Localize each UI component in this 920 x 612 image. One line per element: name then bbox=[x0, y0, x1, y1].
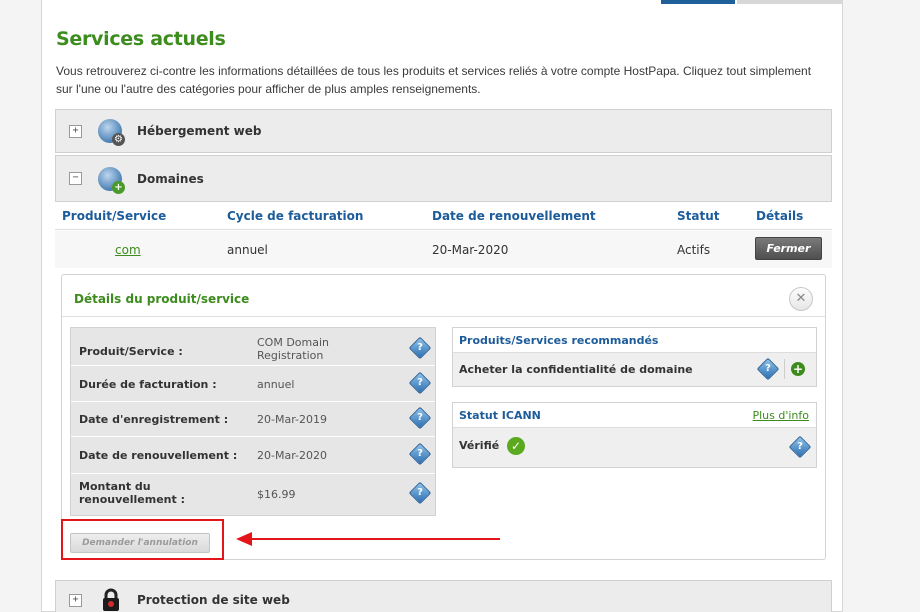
add-icon[interactable]: + bbox=[791, 362, 805, 376]
details-info-table: Produit/Service : COM Domain Registratio… bbox=[70, 327, 436, 516]
collapse-icon[interactable]: − bbox=[69, 172, 82, 185]
col-cycle: Cycle de facturation bbox=[227, 209, 364, 223]
help-icon[interactable]: ? bbox=[788, 435, 812, 459]
help-icon[interactable]: ? bbox=[408, 406, 432, 430]
close-details-button[interactable]: Fermer bbox=[755, 237, 822, 260]
info-value: COM Domain Registration bbox=[257, 336, 330, 362]
expand-icon[interactable]: + bbox=[69, 593, 82, 607]
more-info-link[interactable]: Plus d'info bbox=[752, 409, 809, 422]
info-label: Date d'enregistrement : bbox=[79, 413, 229, 426]
info-value: 20-Mar-2019 bbox=[257, 413, 327, 426]
annotation-arrow-line bbox=[250, 538, 500, 540]
divider bbox=[784, 359, 785, 379]
recommended-title: Produits/Services recommandés bbox=[453, 328, 816, 353]
product-details-panel: Détails du produit/service ✕ Produit/Ser… bbox=[61, 274, 826, 560]
info-row-amount: Montant du renouvellement : $16.99 ? bbox=[71, 474, 435, 515]
page-title: Services actuels bbox=[56, 28, 226, 50]
help-icon[interactable]: ? bbox=[408, 371, 432, 395]
info-value: annuel bbox=[257, 378, 295, 391]
col-status: Statut bbox=[677, 209, 720, 223]
info-row-renewal: Date de renouvellement : 20-Mar-2020 ? bbox=[71, 437, 435, 474]
status-value: Actifs bbox=[677, 243, 711, 257]
col-renewal: Date de renouvellement bbox=[432, 209, 596, 223]
icann-status-row: Vérifié ✓ ? bbox=[453, 428, 816, 467]
annotation-highlight-box bbox=[61, 519, 224, 560]
info-row-registration: Date d'enregistrement : 20-Mar-2019 ? bbox=[71, 402, 435, 437]
info-label: Produit/Service : bbox=[79, 345, 183, 358]
top-tab-inactive[interactable] bbox=[737, 0, 843, 4]
domains-table-header: Produit/Service Cycle de facturation Dat… bbox=[55, 202, 832, 230]
col-product: Produit/Service bbox=[62, 209, 167, 223]
info-label: Durée de facturation : bbox=[79, 378, 217, 391]
help-icon[interactable]: ? bbox=[408, 481, 432, 505]
info-label: Date de renouvellement : bbox=[79, 449, 238, 462]
lock-icon bbox=[100, 588, 122, 612]
close-icon[interactable]: ✕ bbox=[789, 287, 813, 311]
category-label: Protection de site web bbox=[137, 593, 290, 607]
info-label: Montant du renouvellement : bbox=[79, 480, 185, 506]
icann-status-label: Vérifié bbox=[459, 439, 500, 452]
category-hebergement-web[interactable]: + ⚙ Hébergement web bbox=[55, 109, 832, 153]
info-row-product: Produit/Service : COM Domain Registratio… bbox=[71, 328, 435, 366]
recommended-item-label: Acheter la confidentialité de domaine bbox=[459, 363, 693, 376]
details-title: Détails du produit/service bbox=[74, 292, 250, 306]
gear-badge-icon: ⚙ bbox=[112, 133, 125, 146]
recommended-item: Acheter la confidentialité de domaine ? … bbox=[453, 353, 816, 386]
info-value: 20-Mar-2020 bbox=[257, 449, 327, 462]
cycle-value: annuel bbox=[227, 243, 268, 257]
check-icon: ✓ bbox=[507, 437, 525, 455]
category-protection-site-web[interactable]: + Protection de site web bbox=[55, 580, 832, 612]
icann-title: Statut ICANN bbox=[459, 409, 541, 422]
help-icon[interactable]: ? bbox=[408, 336, 432, 360]
top-tab-active[interactable] bbox=[661, 0, 735, 4]
expand-icon[interactable]: + bbox=[69, 124, 82, 138]
help-icon[interactable]: ? bbox=[408, 442, 432, 466]
globe-icon: ⚙ bbox=[98, 119, 125, 146]
plus-badge-icon: + bbox=[112, 180, 125, 194]
globe-plus-icon: + bbox=[98, 166, 125, 194]
page-intro: Vous retrouverez ci-contre les informati… bbox=[56, 64, 812, 96]
renewal-value: 20-Mar-2020 bbox=[432, 243, 509, 257]
recommended-services-box: Produits/Services recommandés Acheter la… bbox=[452, 327, 817, 387]
product-link[interactable]: com bbox=[115, 243, 141, 257]
icann-header: Statut ICANN Plus d'info bbox=[453, 403, 816, 428]
col-details: Détails bbox=[756, 209, 804, 223]
info-value: $16.99 bbox=[257, 488, 296, 501]
table-row: com annuel 20-Mar-2020 Actifs Fermer bbox=[55, 231, 832, 268]
divider bbox=[62, 316, 825, 317]
help-icon[interactable]: ? bbox=[756, 357, 780, 381]
category-domaines[interactable]: − + Domaines bbox=[55, 155, 832, 202]
category-label: Hébergement web bbox=[137, 124, 262, 138]
info-row-billing: Durée de facturation : annuel ? bbox=[71, 366, 435, 402]
icann-status-box: Statut ICANN Plus d'info Vérifié ✓ ? bbox=[452, 402, 817, 468]
category-label: Domaines bbox=[137, 171, 204, 186]
